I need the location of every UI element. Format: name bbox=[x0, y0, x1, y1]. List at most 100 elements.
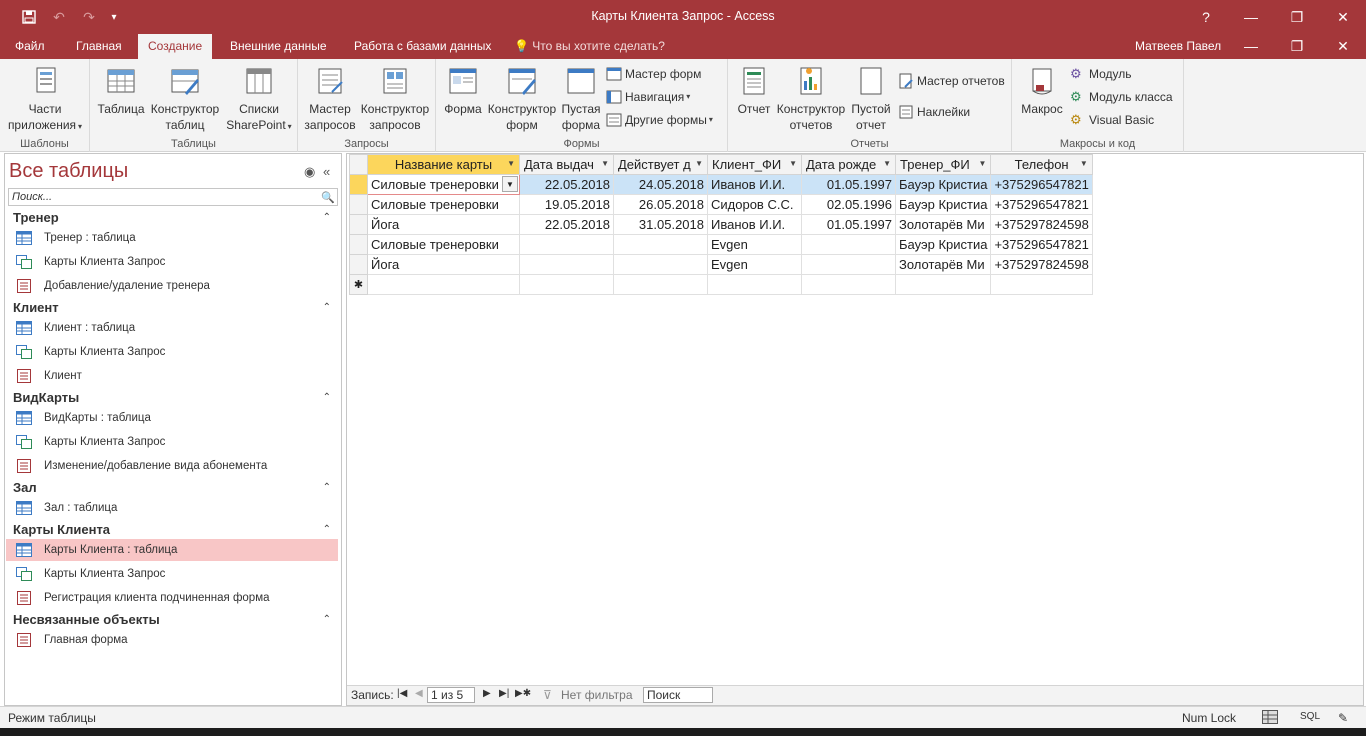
next-record-icon[interactable]: ▶ bbox=[483, 688, 491, 699]
first-record-icon[interactable]: |◀ bbox=[397, 688, 407, 699]
previous-record-icon[interactable]: ◀ bbox=[415, 688, 423, 699]
new-record-row[interactable]: ✱ bbox=[349, 274, 1093, 295]
table-cell[interactable]: Evgen bbox=[707, 254, 802, 275]
table-cell[interactable]: 02.05.1996 bbox=[801, 194, 896, 215]
nav-item-form[interactable]: Главная форма bbox=[6, 629, 338, 651]
nav-pane-title[interactable]: Все таблицы bbox=[9, 160, 128, 183]
table-cell[interactable] bbox=[519, 274, 614, 295]
tell-me-box[interactable]: 💡 Что вы хотите сделать? bbox=[514, 34, 665, 59]
tab-external-data[interactable]: Внешние данные bbox=[220, 34, 337, 59]
nav-item-table[interactable]: Тренер : таблица bbox=[6, 227, 338, 249]
column-header[interactable]: Дата выдач ▼ bbox=[519, 154, 614, 175]
select-all-cell[interactable] bbox=[349, 154, 368, 175]
table-cell[interactable]: Сидоров С.С. bbox=[707, 194, 802, 215]
row-selector[interactable] bbox=[349, 234, 368, 255]
collapse-icon[interactable]: ⌃ bbox=[323, 302, 331, 313]
table-cell[interactable] bbox=[894, 274, 992, 295]
table-cell[interactable] bbox=[707, 274, 802, 295]
sharepoint-lists-button[interactable]: Списки SharePoint ▾ bbox=[224, 63, 294, 135]
table-cell[interactable]: 01.05.1997 bbox=[801, 174, 896, 195]
nav-item-table-selected[interactable]: Карты Клиента : таблица bbox=[6, 539, 338, 561]
no-filter-label[interactable]: Нет фильтра bbox=[561, 688, 633, 702]
table-cell[interactable]: Evgen bbox=[707, 234, 802, 255]
table-cell[interactable]: +375296547821 bbox=[990, 234, 1093, 255]
current-record-input[interactable]: 1 из 5 bbox=[427, 687, 475, 703]
table-cell[interactable]: Бауэр Кристиа bbox=[894, 234, 992, 255]
nav-search-input[interactable]: Поиск... 🔍 bbox=[8, 188, 338, 206]
nav-item-form[interactable]: Изменение/добавление вида абонемента bbox=[6, 455, 338, 477]
table-cell[interactable] bbox=[613, 234, 708, 255]
collapse-icon[interactable]: ⌃ bbox=[323, 614, 331, 625]
nav-item-query[interactable]: Карты Клиента Запрос bbox=[6, 431, 338, 453]
navigation-button[interactable]: Навигация ▾ bbox=[606, 87, 690, 107]
nav-item-table[interactable]: Зал : таблица bbox=[6, 497, 338, 519]
visual-basic-button[interactable]: ⚙ Visual Basic bbox=[1070, 110, 1154, 130]
ribbon-close-button[interactable]: ✕ bbox=[1320, 29, 1366, 63]
nav-item-table[interactable]: Клиент : таблица bbox=[6, 317, 338, 339]
table-cell[interactable] bbox=[613, 254, 708, 275]
more-forms-button[interactable]: Другие формы ▾ bbox=[606, 110, 713, 130]
table-cell[interactable]: 01.05.1997 bbox=[801, 214, 896, 235]
table-row[interactable]: Йога Evgen Золотарёв Ми +375297824598 bbox=[349, 254, 1093, 275]
query-design-button[interactable]: Конструктор запросов bbox=[358, 63, 432, 133]
table-row[interactable]: Силовые тренеровки 19.05.2018 26.05.2018… bbox=[349, 194, 1093, 215]
ribbon-minimize-button[interactable]: — bbox=[1228, 29, 1274, 63]
table-button[interactable]: Таблица bbox=[96, 63, 146, 117]
collapse-icon[interactable]: ⌃ bbox=[323, 212, 331, 223]
tab-file[interactable]: Файл bbox=[5, 34, 55, 59]
datasheet-view-icon[interactable] bbox=[1262, 710, 1278, 724]
table-cell[interactable]: Золотарёв Ми bbox=[894, 254, 992, 275]
nav-group-client[interactable]: Клиент bbox=[13, 300, 59, 315]
tab-create[interactable]: Создание bbox=[138, 34, 213, 59]
collapse-icon[interactable]: ⌃ bbox=[323, 524, 331, 535]
table-cell[interactable]: Бауэр Кристиа bbox=[894, 194, 992, 215]
nav-item-form[interactable]: Регистрация клиента подчиненная форма bbox=[6, 587, 338, 609]
table-cell[interactable] bbox=[801, 234, 896, 255]
table-cell-combo[interactable]: Силовые тренеровки ▼ bbox=[367, 174, 520, 195]
report-design-button[interactable]: Конструктор отчетов bbox=[774, 63, 848, 133]
row-selector[interactable] bbox=[349, 194, 368, 215]
table-cell[interactable]: +375296547821 bbox=[990, 194, 1093, 215]
table-cell[interactable]: +375297824598 bbox=[990, 214, 1093, 235]
table-cell[interactable]: Иванов И.И. bbox=[707, 174, 802, 195]
nav-group-client-cards[interactable]: Карты Клиента bbox=[13, 522, 110, 537]
module-button[interactable]: ⚙ Модуль bbox=[1070, 64, 1132, 84]
table-cell[interactable]: 19.05.2018 bbox=[519, 194, 614, 215]
nav-group-hall[interactable]: Зал bbox=[13, 480, 37, 495]
table-row[interactable]: Йога 22.05.2018 31.05.2018 Иванов И.И. 0… bbox=[349, 214, 1093, 235]
nav-item-query[interactable]: Карты Клиента Запрос bbox=[6, 563, 338, 585]
table-cell[interactable] bbox=[801, 274, 896, 295]
form-wizard-button[interactable]: Мастер форм bbox=[606, 64, 701, 84]
collapse-icon[interactable]: ⌃ bbox=[323, 392, 331, 403]
report-wizard-button[interactable]: Мастер отчетов bbox=[898, 71, 1005, 91]
table-cell[interactable] bbox=[519, 234, 614, 255]
table-cell[interactable]: +375297824598 bbox=[990, 254, 1093, 275]
column-header[interactable]: Клиент_ФИ ▼ bbox=[707, 154, 802, 175]
user-name[interactable]: Матвеев Павел bbox=[1135, 34, 1221, 59]
nav-item-form[interactable]: Клиент bbox=[6, 365, 338, 387]
record-search-input[interactable]: Поиск bbox=[643, 687, 713, 703]
table-cell[interactable]: 22.05.2018 bbox=[519, 214, 614, 235]
collapse-icon[interactable]: ⌃ bbox=[323, 482, 331, 493]
column-header[interactable]: Дата рожде ▼ bbox=[801, 154, 896, 175]
help-button[interactable]: ? bbox=[1183, 0, 1229, 34]
table-cell[interactable]: Йога bbox=[367, 214, 520, 235]
tab-database-tools[interactable]: Работа с базами данных bbox=[344, 34, 501, 59]
table-cell[interactable] bbox=[367, 274, 520, 295]
table-cell[interactable]: Йога bbox=[367, 254, 520, 275]
class-module-button[interactable]: ⚙ Модуль класса bbox=[1070, 87, 1173, 107]
table-design-button[interactable]: Конструктор таблиц bbox=[148, 63, 222, 133]
ribbon-restore-button[interactable]: ❐ bbox=[1274, 29, 1320, 63]
row-selector[interactable] bbox=[349, 174, 368, 195]
design-view-icon[interactable]: ✎ bbox=[1338, 711, 1348, 725]
nav-item-form[interactable]: Добавление/удаление тренера bbox=[6, 275, 338, 297]
column-header[interactable]: Название карты ▼ bbox=[367, 154, 520, 175]
column-header[interactable]: Телефон ▼ bbox=[990, 154, 1093, 175]
blank-form-button[interactable]: Пустая форма bbox=[558, 63, 604, 133]
row-selector[interactable] bbox=[349, 254, 368, 275]
sql-view-button[interactable]: SQL bbox=[1300, 711, 1320, 722]
table-cell[interactable] bbox=[613, 274, 708, 295]
last-record-icon[interactable]: ▶| bbox=[499, 688, 509, 699]
table-cell[interactable]: 24.05.2018 bbox=[613, 174, 708, 195]
table-cell[interactable]: 22.05.2018 bbox=[519, 174, 614, 195]
